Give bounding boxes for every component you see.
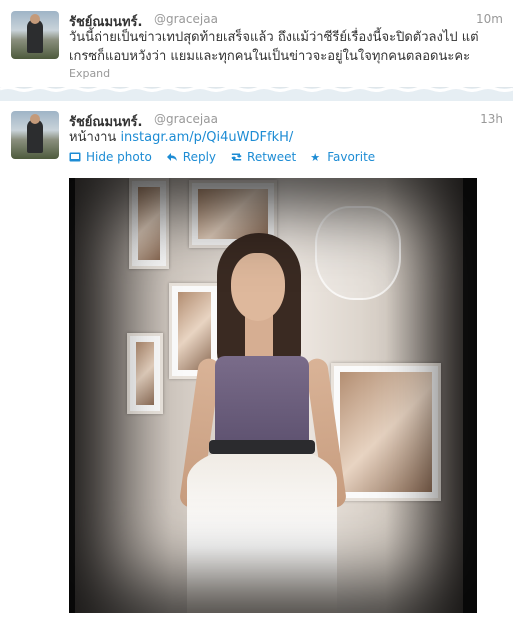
reply-label: Reply bbox=[182, 150, 217, 164]
tweet-text-line: เกรซก็แอบหวังว่า แยมและทุกคนในเป็นข่าวจะ… bbox=[69, 49, 471, 64]
torn-edge-icon bbox=[0, 86, 513, 92]
favorite-label: Favorite bbox=[327, 150, 376, 164]
avatar[interactable] bbox=[11, 11, 59, 59]
user-handle[interactable]: @gracejaa bbox=[154, 12, 218, 26]
retweet-label: Retweet bbox=[247, 150, 297, 164]
reply-icon bbox=[166, 152, 179, 162]
tweet-divider bbox=[0, 86, 513, 102]
expand-link[interactable]: Expand bbox=[69, 67, 110, 80]
hide-photo-label: Hide photo bbox=[86, 150, 152, 164]
hide-photo-button[interactable]: Hide photo bbox=[69, 150, 152, 164]
star-icon: ★ bbox=[310, 150, 321, 164]
tweet-time[interactable]: 10m bbox=[476, 12, 503, 26]
photo-icon bbox=[69, 152, 82, 162]
tweet-text: หน้างาน instagr.am/p/Qi4uWDFfkH/ bbox=[69, 128, 499, 147]
tweet-1[interactable]: รัชย์ณมนทร์. @gracejaa 10m วันนี้ถ่ายเป็… bbox=[0, 0, 513, 87]
avatar[interactable] bbox=[11, 111, 59, 159]
tweet-photo[interactable] bbox=[69, 178, 477, 613]
favorite-button[interactable]: ★ Favorite bbox=[310, 150, 375, 164]
tweet-time[interactable]: 13h bbox=[480, 112, 503, 126]
tweet-text-prefix: หน้างาน bbox=[69, 130, 121, 145]
retweet-button[interactable]: Retweet bbox=[230, 150, 296, 164]
reply-button[interactable]: Reply bbox=[166, 150, 216, 164]
retweet-icon bbox=[230, 152, 243, 162]
tweet-actions: Hide photo Reply Retweet ★ Favorite bbox=[69, 150, 375, 164]
user-handle[interactable]: @gracejaa bbox=[154, 112, 218, 126]
tweet-text-line: วันนี้ถ่ายเป็นข่าวเทปสุดท้ายเสร็จแล้ว ถึ… bbox=[69, 30, 479, 45]
tweet-text: วันนี้ถ่ายเป็นข่าวเทปสุดท้ายเสร็จแล้ว ถึ… bbox=[69, 28, 499, 66]
instagram-link[interactable]: instagr.am/p/Qi4uWDFfkH/ bbox=[120, 130, 293, 145]
